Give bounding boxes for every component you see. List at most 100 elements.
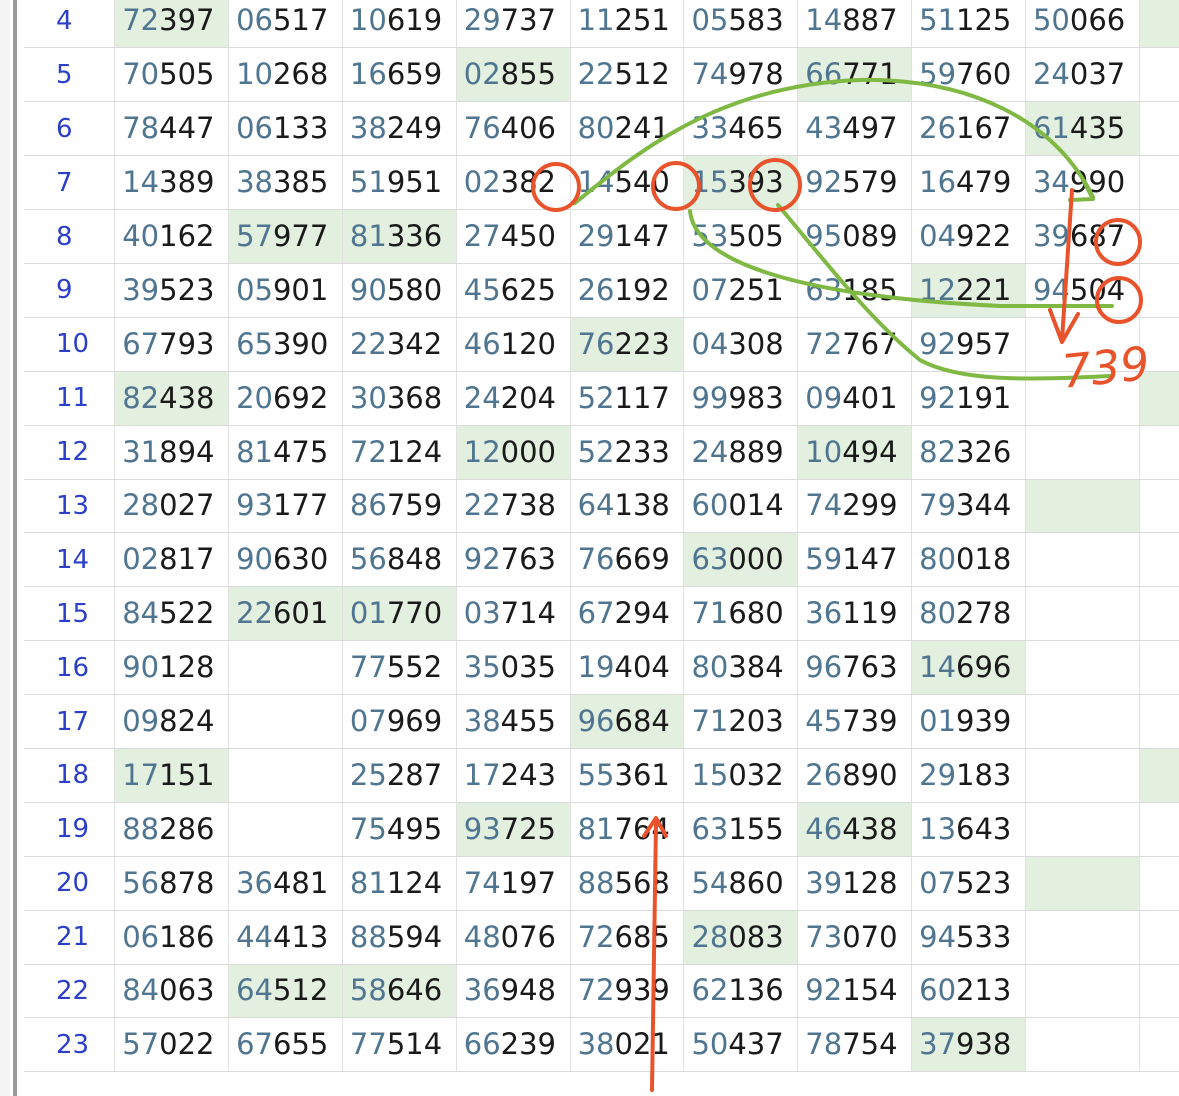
number-suffix: 497 [842, 111, 898, 146]
number-suffix: 404 [614, 650, 670, 685]
number-prefix: 82 [919, 434, 957, 469]
number-prefix: 93 [463, 811, 501, 846]
result-cell: 05583 [683, 0, 799, 49]
number-suffix: 437 [728, 1027, 784, 1062]
number-prefix: 79 [919, 488, 957, 523]
number-suffix: 583 [728, 3, 784, 38]
edge-cell [1139, 317, 1179, 372]
number-prefix: 29 [577, 219, 615, 253]
number-suffix: 848 [386, 542, 443, 577]
number-suffix: 147 [614, 219, 670, 253]
number-prefix: 17 [122, 757, 160, 792]
row-number: 17 [24, 694, 116, 749]
number-suffix: 233 [614, 434, 670, 469]
number-prefix: 52 [577, 434, 615, 469]
number-prefix: 14 [805, 3, 843, 38]
number-suffix: 450 [500, 219, 557, 253]
result-cell: 36481 [228, 856, 343, 911]
result-cell: 46120 [456, 317, 571, 372]
number-prefix: 88 [577, 865, 615, 900]
number-prefix: 37 [919, 1027, 957, 1062]
number-prefix: 39 [122, 272, 160, 307]
number-suffix: 512 [614, 57, 670, 92]
result-cell: 63185 [797, 263, 913, 318]
number-suffix: 119 [842, 596, 898, 631]
result-cell: 66771 [797, 47, 913, 103]
number-suffix: 406 [500, 111, 557, 146]
number-prefix: 28 [691, 919, 729, 954]
number-suffix: 401 [842, 380, 898, 415]
row-number: 12 [24, 425, 116, 480]
result-cell: 81764 [570, 802, 685, 857]
result-cell: 06517 [228, 0, 343, 49]
result-cell: 92191 [911, 371, 1026, 426]
number-suffix: 687 [1069, 219, 1126, 253]
result-cell: 55361 [570, 748, 685, 803]
number-suffix: 619 [386, 3, 443, 38]
result-cell: 95089 [797, 209, 913, 264]
number-suffix: 294 [614, 596, 670, 631]
number-suffix: 948 [500, 973, 557, 1008]
result-cell: 73070 [797, 910, 913, 965]
number-suffix: 435 [1069, 111, 1126, 146]
edge-cell [1139, 748, 1179, 803]
number-prefix: 15 [691, 757, 729, 792]
number-suffix: 204 [500, 380, 557, 415]
table-row: 15 84522 22601 01770 03714 67294 71680 36119 802… [24, 586, 1179, 642]
result-cell: 01770 [342, 586, 457, 642]
number-prefix: 25 [349, 757, 387, 792]
result-cell: 76223 [570, 317, 685, 372]
result-cell: 20692 [228, 371, 343, 426]
result-cell: 31894 [114, 425, 230, 480]
number-prefix: 14 [577, 165, 615, 200]
number-prefix: 39 [805, 865, 843, 900]
result-cell [1025, 964, 1140, 1019]
number-suffix: 167 [956, 111, 1012, 146]
number-prefix: 92 [919, 380, 957, 415]
number-prefix: 04 [919, 219, 957, 253]
result-cell: 65390 [228, 317, 343, 372]
number-suffix: 540 [614, 165, 670, 200]
result-cell: 72939 [570, 964, 685, 1019]
result-cell: 04922 [911, 209, 1026, 264]
result-cell: 84063 [114, 964, 230, 1019]
number-suffix: 479 [956, 165, 1012, 200]
number-suffix: 878 [159, 865, 215, 900]
result-cell: 67793 [114, 317, 230, 372]
result-cell: 71680 [683, 586, 799, 642]
result-cell: 19404 [570, 640, 685, 696]
number-prefix: 30 [349, 380, 387, 415]
result-cell [228, 640, 343, 696]
number-suffix: 754 [842, 1027, 898, 1062]
result-cell: 58646 [342, 964, 457, 1019]
number-prefix: 94 [919, 919, 957, 954]
result-cell: 37938 [911, 1017, 1026, 1073]
edge-cell [1139, 586, 1179, 642]
result-cell [1025, 479, 1140, 534]
result-cell: 64138 [570, 479, 685, 534]
number-suffix: 393 [728, 165, 784, 200]
result-cell: 03714 [456, 586, 571, 642]
result-cell: 52117 [570, 371, 685, 426]
row-number: 7 [24, 155, 116, 211]
number-prefix: 46 [463, 326, 501, 361]
row-number: 14 [24, 532, 116, 588]
number-suffix: 817 [159, 542, 215, 577]
table-row: 13 28027 93177 86759 22738 64138 60014 74299 793… [24, 479, 1179, 534]
number-prefix: 70 [122, 57, 160, 92]
number-prefix: 80 [691, 650, 729, 685]
number-prefix: 76 [577, 542, 615, 577]
number-prefix: 72 [577, 973, 615, 1008]
result-cell: 92763 [456, 532, 571, 588]
number-suffix: 251 [728, 272, 784, 307]
number-suffix: 326 [956, 434, 1012, 469]
table-row: 6 78447 06133 38249 76406 80241 33465 43497 2616… [24, 101, 1179, 157]
number-suffix: 241 [614, 111, 670, 146]
table-row: 7 14389 38385 51951 02382 14540 15393 92579 1647… [24, 155, 1179, 211]
edge-cell [1139, 640, 1179, 696]
number-suffix: 646 [386, 973, 443, 1008]
row-number: 22 [24, 964, 116, 1019]
number-suffix: 203 [728, 704, 784, 739]
number-suffix: 860 [728, 865, 784, 900]
result-cell: 60014 [683, 479, 799, 534]
